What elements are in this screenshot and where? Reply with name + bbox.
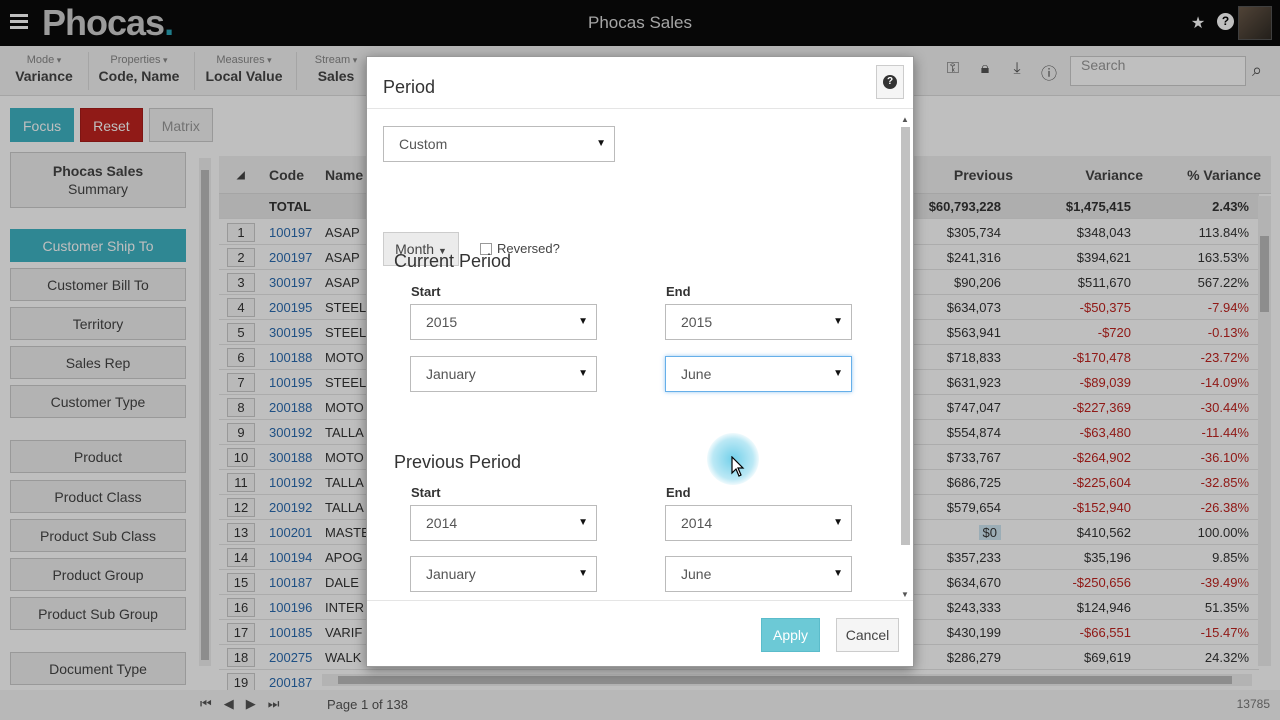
current-end-year-select[interactable]: 2015 ▼ <box>665 304 852 340</box>
previous-period-title: Previous Period <box>394 452 522 472</box>
previous-start-year-select[interactable]: 2014 ▼ <box>410 505 597 541</box>
current-end-label: End <box>666 284 691 299</box>
period-dialog: Period ? Custom ▼ Month ▼ Reversed? Curre… <box>366 56 914 667</box>
previous-end-month-select[interactable]: June ▼ <box>665 556 852 592</box>
previous-start-label: Start <box>411 485 441 500</box>
dialog-help-button[interactable]: ? <box>876 65 904 99</box>
current-period-title: Current Period <box>394 251 512 271</box>
help-icon: ? <box>883 75 897 89</box>
cancel-button[interactable]: Cancel <box>836 618 899 652</box>
mouse-pointer-icon <box>731 456 745 477</box>
previous-end-year-select[interactable]: 2014 ▼ <box>665 505 852 541</box>
scroll-down-icon[interactable]: ▼ <box>901 590 909 599</box>
dialog-body: Custom ▼ Month ▼ Reversed? Current Period… <box>367 110 913 600</box>
current-end-month-select[interactable]: June ▼ <box>665 356 852 392</box>
current-start-month-select[interactable]: January ▼ <box>410 356 597 392</box>
scroll-up-icon[interactable]: ▲ <box>901 115 909 124</box>
current-start-year-select[interactable]: 2015 ▼ <box>410 304 597 340</box>
previous-end-label: End <box>666 485 691 500</box>
dialog-title: Period <box>383 77 436 97</box>
apply-button[interactable]: Apply <box>761 618 820 652</box>
previous-start-month-select[interactable]: January ▼ <box>410 556 597 592</box>
current-start-label: Start <box>411 284 441 299</box>
dialog-scrollbar[interactable]: ▲ ▼ <box>899 115 911 599</box>
period-type-select[interactable]: Custom ▼ <box>383 126 615 162</box>
